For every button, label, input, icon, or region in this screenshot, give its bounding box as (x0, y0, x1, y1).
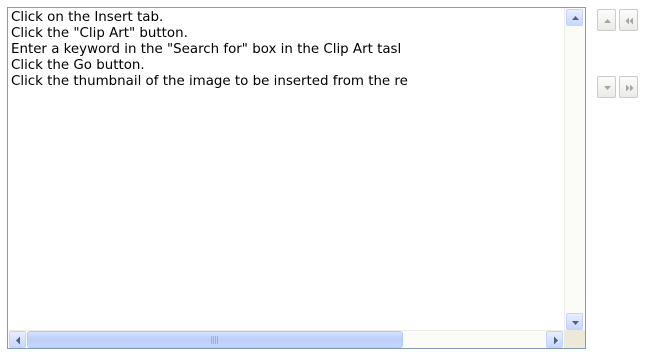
move-to-top-button[interactable] (619, 9, 638, 31)
move-to-bottom-button[interactable] (619, 76, 638, 98)
list-item[interactable]: Click on the Insert tab. (11, 10, 566, 26)
move-up-icon (604, 19, 611, 23)
scroll-down-button[interactable] (566, 313, 583, 330)
horizontal-scrollbar[interactable] (8, 330, 564, 348)
move-to-bottom-icon (626, 84, 634, 92)
steps-listbox[interactable]: Click on the Insert tab. Click the "Clip… (7, 7, 586, 349)
steps-text: Click on the Insert tab. Click the "Clip… (11, 10, 566, 328)
list-item[interactable]: Click the "Clip Art" button. (11, 26, 566, 42)
vertical-scrollbar[interactable] (564, 8, 585, 331)
move-to-top-icon (625, 17, 633, 25)
triangle-up-icon (572, 16, 579, 20)
grip-lines-icon (211, 336, 219, 344)
triangle-right-icon (554, 336, 558, 345)
scroll-left-button[interactable] (9, 331, 26, 348)
horizontal-scroll-thumb[interactable] (27, 331, 403, 348)
scroll-up-button[interactable] (566, 9, 583, 26)
scroll-right-button[interactable] (546, 331, 563, 348)
list-item[interactable]: Click the thumbnail of the image to be i… (11, 74, 566, 90)
move-down-button[interactable] (597, 76, 616, 98)
move-down-icon (604, 86, 611, 90)
list-item[interactable]: Click the Go button. (11, 58, 566, 74)
triangle-left-icon (16, 336, 20, 345)
triangle-down-icon (572, 321, 579, 325)
scrollbar-corner (564, 330, 585, 348)
move-up-button[interactable] (597, 9, 616, 31)
list-item[interactable]: Enter a keyword in the "Search for" box … (11, 42, 566, 58)
